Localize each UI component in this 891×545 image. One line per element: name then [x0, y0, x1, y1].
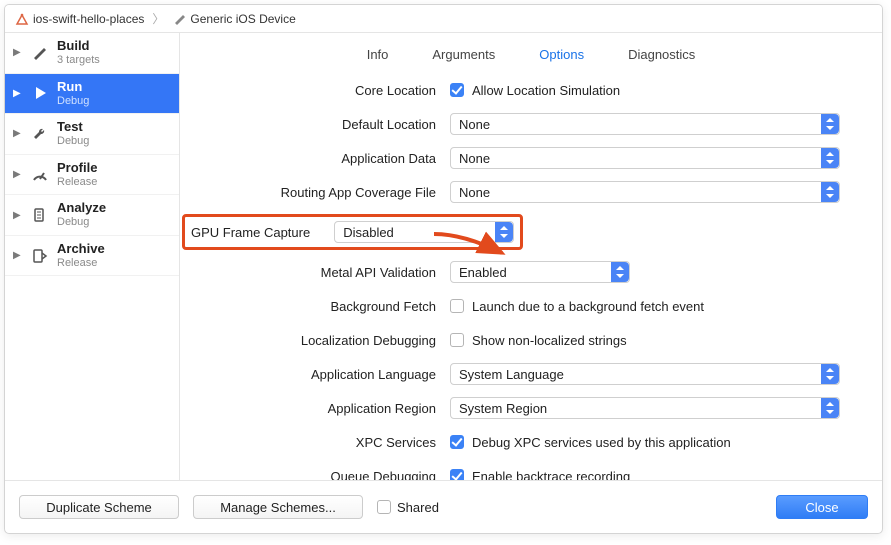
checkbox-label: Debug XPC services used by this applicat… [472, 435, 731, 450]
label-default-location: Default Location [202, 117, 450, 132]
tab-info[interactable]: Info [363, 45, 393, 64]
select-application-region[interactable]: System Region [450, 397, 840, 419]
select-application-data[interactable]: None [450, 147, 840, 169]
checkbox-label: Enable backtrace recording [472, 469, 630, 481]
checkbox-label: Allow Location Simulation [472, 83, 620, 98]
sidebar: ▶ Build3 targets ▶ RunDebug ▶ TestDebug … [5, 33, 180, 480]
label-queue-debugging: Queue Debugging [202, 469, 450, 481]
checkbox-localization[interactable] [450, 333, 464, 347]
checkbox-xpc-services[interactable] [450, 435, 464, 449]
select-metal-validation[interactable]: Enabled [450, 261, 630, 283]
archive-icon [31, 247, 49, 265]
select-value: Disabled [343, 225, 394, 240]
label-application-language: Application Language [202, 367, 450, 382]
tab-diagnostics[interactable]: Diagnostics [624, 45, 699, 64]
sidebar-item-sublabel: Debug [57, 135, 89, 148]
breadcrumb-target[interactable]: Generic iOS Device [172, 12, 295, 26]
sidebar-item-label: Test [57, 120, 89, 135]
disclosure-triangle-icon[interactable]: ▶ [13, 128, 23, 139]
sidebar-item-label: Archive [57, 242, 105, 257]
breadcrumb-project-label: ios-swift-hello-places [33, 12, 144, 26]
sidebar-item-label: Profile [57, 161, 97, 176]
label-background-fetch: Background Fetch [202, 299, 450, 314]
checkbox-shared[interactable] [377, 500, 391, 514]
checkbox-label: Show non-localized strings [472, 333, 627, 348]
close-button[interactable]: Close [776, 495, 868, 519]
caret-icon [821, 148, 839, 168]
footer: Duplicate Scheme Manage Schemes... Share… [5, 481, 882, 533]
sidebar-item-sublabel: Release [57, 176, 97, 189]
wrench-icon [31, 125, 49, 143]
sidebar-item-analyze[interactable]: ▶ AnalyzeDebug [5, 195, 179, 236]
label-metal-validation: Metal API Validation [202, 265, 450, 280]
select-value: None [459, 151, 490, 166]
select-value: None [459, 185, 490, 200]
label-xpc-services: XPC Services [202, 435, 450, 450]
disclosure-triangle-icon[interactable]: ▶ [13, 210, 23, 221]
highlight-gpu-frame-capture: GPU Frame Capture Disabled [182, 214, 523, 250]
analyze-icon [31, 206, 49, 224]
disclosure-triangle-icon[interactable]: ▶ [13, 47, 23, 58]
sidebar-item-profile[interactable]: ▶ ProfileRelease [5, 155, 179, 196]
select-routing-file[interactable]: None [450, 181, 840, 203]
caret-icon [611, 262, 629, 282]
gauge-icon [31, 166, 49, 184]
chevron-right-icon: 〉 [152, 10, 164, 27]
tab-options[interactable]: Options [535, 45, 588, 64]
manage-schemes-button[interactable]: Manage Schemes... [193, 495, 363, 519]
caret-icon [821, 364, 839, 384]
select-application-language[interactable]: System Language [450, 363, 840, 385]
sidebar-item-run[interactable]: ▶ RunDebug [5, 74, 179, 115]
sidebar-item-label: Build [57, 39, 100, 54]
label-gpu-frame-capture: GPU Frame Capture [191, 225, 324, 240]
checkbox-label: Shared [397, 500, 439, 515]
checkbox-allow-location-sim[interactable] [450, 83, 464, 97]
checkbox-background-fetch[interactable] [450, 299, 464, 313]
label-application-region: Application Region [202, 401, 450, 416]
sidebar-item-label: Run [57, 80, 89, 95]
label-localization-debugging: Localization Debugging [202, 333, 450, 348]
checkbox-queue-debugging[interactable] [450, 469, 464, 480]
select-value: None [459, 117, 490, 132]
disclosure-triangle-icon[interactable]: ▶ [13, 169, 23, 180]
select-value: System Region [459, 401, 547, 416]
breadcrumb-project[interactable]: ios-swift-hello-places [15, 12, 144, 26]
sidebar-item-sublabel: Debug [57, 216, 106, 229]
caret-icon [821, 182, 839, 202]
select-value: Enabled [459, 265, 507, 280]
checkbox-label: Launch due to a background fetch event [472, 299, 704, 314]
play-icon [31, 84, 49, 102]
sidebar-item-test[interactable]: ▶ TestDebug [5, 114, 179, 155]
breadcrumb: ios-swift-hello-places 〉 Generic iOS Dev… [5, 5, 882, 33]
tab-arguments[interactable]: Arguments [428, 45, 499, 64]
sidebar-item-label: Analyze [57, 201, 106, 216]
select-gpu-frame-capture[interactable]: Disabled [334, 221, 514, 243]
app-icon [15, 12, 29, 26]
disclosure-triangle-icon[interactable]: ▶ [13, 250, 23, 261]
sidebar-item-sublabel: 3 targets [57, 54, 100, 67]
select-default-location[interactable]: None [450, 113, 840, 135]
main-panel: Info Arguments Options Diagnostics Core … [180, 33, 882, 480]
sidebar-item-sublabel: Release [57, 257, 105, 270]
hammer-icon [31, 44, 49, 62]
select-value: System Language [459, 367, 564, 382]
disclosure-triangle-icon[interactable]: ▶ [13, 88, 23, 99]
caret-icon [821, 398, 839, 418]
label-core-location: Core Location [202, 83, 450, 98]
caret-icon [821, 114, 839, 134]
tabs: Info Arguments Options Diagnostics [202, 45, 860, 64]
duplicate-scheme-button[interactable]: Duplicate Scheme [19, 495, 179, 519]
hammer-icon [172, 12, 186, 26]
sidebar-item-sublabel: Debug [57, 95, 89, 108]
label-routing-file: Routing App Coverage File [202, 185, 450, 200]
caret-icon [495, 222, 513, 242]
breadcrumb-target-label: Generic iOS Device [190, 12, 295, 26]
label-application-data: Application Data [202, 151, 450, 166]
sidebar-item-build[interactable]: ▶ Build3 targets [5, 33, 179, 74]
sidebar-item-archive[interactable]: ▶ ArchiveRelease [5, 236, 179, 277]
